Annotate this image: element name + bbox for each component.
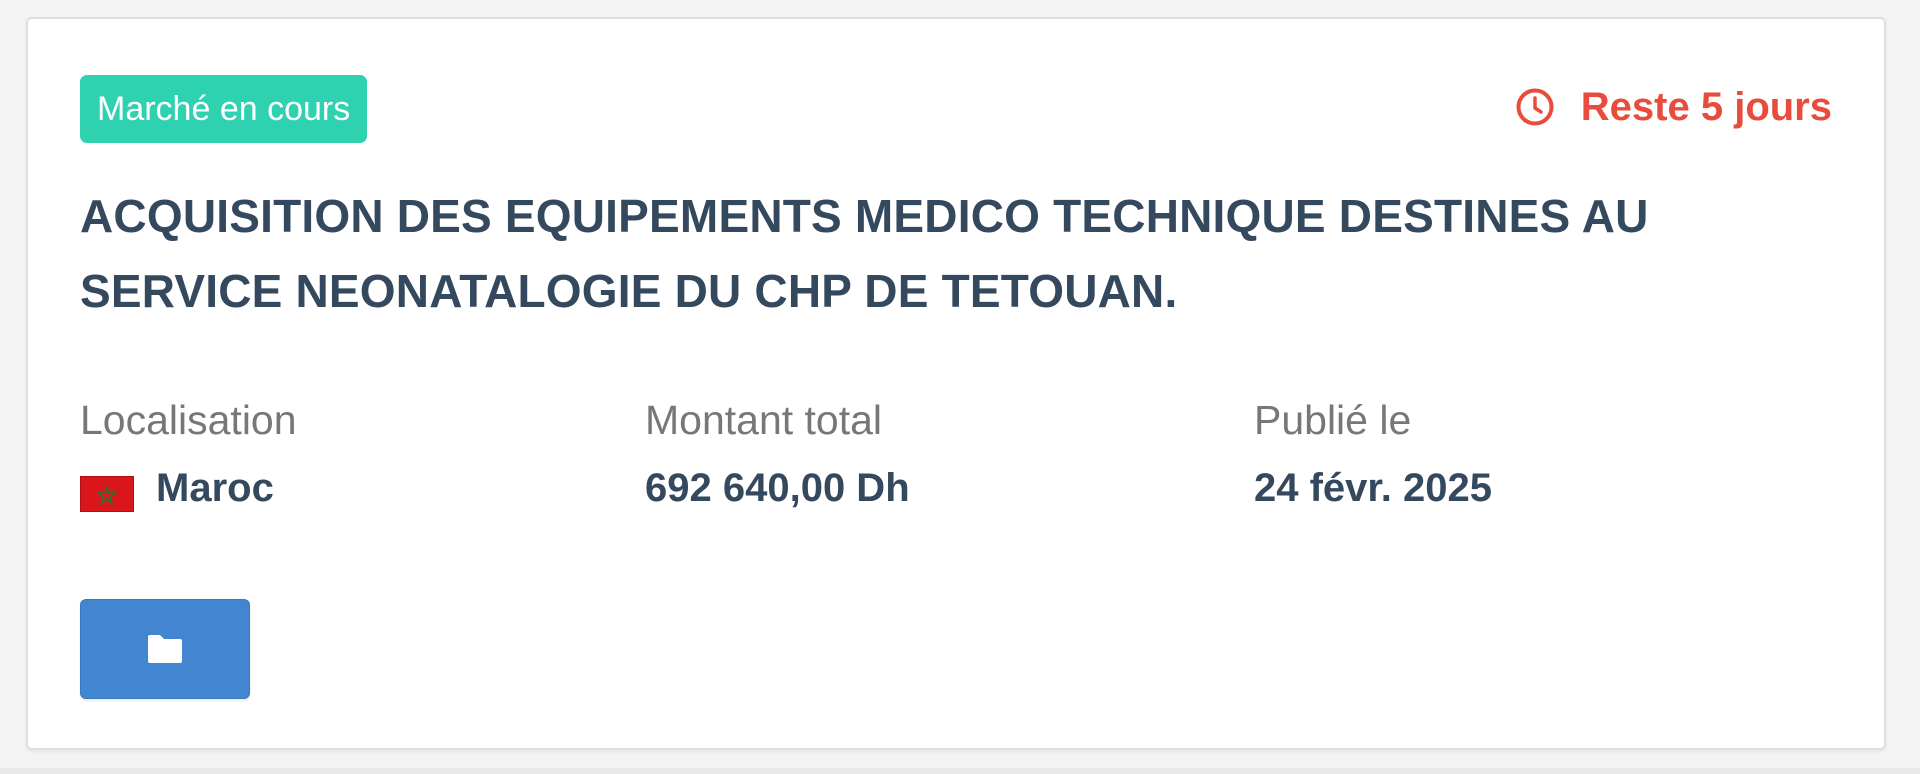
- countdown: Reste 5 jours: [1515, 77, 1832, 137]
- countdown-text: Reste 5 jours: [1580, 84, 1832, 129]
- morocco-flag-icon: [80, 470, 134, 512]
- published-label: Publié le: [1254, 397, 1412, 443]
- published-column: Publié le 24 févr. 2025: [1254, 391, 1492, 517]
- location-value: Maroc: [156, 466, 274, 510]
- tender-card: Marché en cours Reste 5 jours ACQUISITIO…: [26, 17, 1886, 750]
- amount-column: Montant total 692 640,00 Dh: [645, 391, 910, 517]
- status-badge: Marché en cours: [80, 75, 368, 143]
- amount-value: 692 640,00 Dh: [645, 466, 910, 510]
- tender-title[interactable]: ACQUISITION DES EQUIPEMENTS MEDICO TECHN…: [80, 179, 1820, 329]
- location-value-row: Maroc: [80, 459, 297, 517]
- published-value: 24 févr. 2025: [1254, 466, 1492, 510]
- next-card-edge: [0, 768, 1920, 774]
- location-label: Localisation: [80, 397, 297, 443]
- location-column: Localisation Maroc: [80, 391, 297, 517]
- folder-icon: [148, 635, 182, 663]
- clock-icon: [1515, 87, 1555, 127]
- previous-card-edge: [0, 0, 1920, 14]
- open-folder-button[interactable]: [80, 599, 250, 699]
- amount-label: Montant total: [645, 397, 883, 443]
